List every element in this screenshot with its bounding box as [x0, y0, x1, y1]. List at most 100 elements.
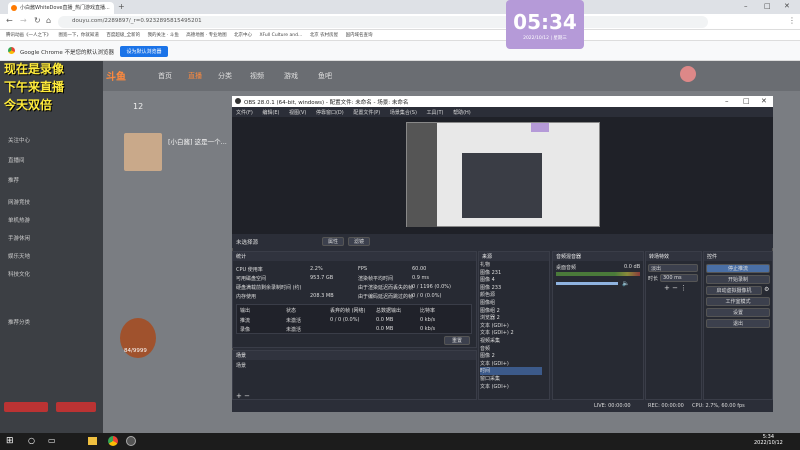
obs-close-icon[interactable]: ✕ [761, 97, 767, 105]
new-tab-icon[interactable]: + [118, 2, 125, 11]
virtual-camera-button[interactable]: 启动虚拟摄像机 [706, 286, 762, 295]
nav-item[interactable]: 游戏 [284, 71, 298, 81]
source-item[interactable]: 文本 (GDI+) 2 [480, 329, 542, 337]
filters-button[interactable]: 滤镜 [348, 237, 370, 246]
bookmark[interactable]: 北京 农村房屋 [310, 32, 338, 38]
bookmark[interactable]: XFull Culture and... [259, 33, 302, 38]
explorer-icon[interactable] [88, 437, 97, 445]
scene-item[interactable]: 场景 [236, 362, 246, 369]
nav-item[interactable]: 分类 [218, 71, 232, 81]
user-avatar[interactable] [680, 66, 696, 82]
source-item[interactable]: 图像 231 [480, 269, 542, 277]
add-scene-icon[interactable]: + − [236, 392, 250, 400]
search-icon[interactable]: ○ [28, 436, 35, 445]
obs-menu-item[interactable]: 工具(T) [427, 110, 444, 116]
obs-menu-item[interactable]: 配置文件(P) [353, 110, 380, 116]
obs-minimize-icon[interactable]: – [725, 97, 729, 105]
streamer-avatar[interactable] [124, 133, 162, 171]
source-item[interactable]: 文本 (GDI+) [480, 383, 542, 391]
output-cell: 0 / 0 (0.0%) [330, 317, 360, 323]
home-icon[interactable]: ⌂ [46, 16, 51, 25]
preview-nested-obs [462, 153, 542, 218]
start-icon[interactable]: ⊞ [6, 436, 14, 446]
bookmark[interactable]: 北京中心 [234, 32, 252, 38]
obs-menu-item[interactable]: 帮助(H) [453, 110, 471, 116]
bookmark[interactable]: 我的关注 · 斗鱼 [148, 32, 179, 38]
add-transition-icon[interactable]: + − ⋮ [664, 284, 687, 292]
gift-badge-count: 84/9999 [124, 348, 147, 354]
reload-icon[interactable]: ↻ [34, 16, 41, 25]
nav-item[interactable]: 视频 [250, 71, 264, 81]
sources-header: 来源 [479, 252, 549, 261]
obs-menu-item[interactable]: 视图(V) [289, 110, 306, 116]
source-item[interactable]: 图像组 [480, 299, 542, 307]
source-item[interactable]: 图像 4 [480, 276, 542, 284]
audio-meter [556, 272, 640, 276]
start-recording-button[interactable]: 开始录制 [706, 275, 770, 284]
speaker-icon[interactable]: 🔈 [622, 280, 629, 287]
chrome-taskbar-icon[interactable] [108, 436, 118, 446]
set-default-button[interactable]: 设为默认浏览器 [120, 46, 168, 57]
properties-button[interactable]: 属性 [322, 237, 344, 246]
nav-item[interactable]: 鱼吧 [318, 71, 332, 81]
source-item[interactable]: 窗口采集 [480, 375, 542, 383]
nav-item[interactable]: 首页 [158, 71, 172, 81]
source-item[interactable]: 文本 (GDI+) [480, 360, 542, 368]
source-item[interactable]: 图像 233 [480, 284, 542, 292]
sidebar-item[interactable]: 网游竞技 [8, 198, 30, 206]
obs-menu-item[interactable]: 文件(F) [236, 110, 253, 116]
close-icon[interactable]: ✕ [784, 2, 790, 10]
bookmark[interactable]: 腾讯动画《一人之下》 [6, 32, 51, 38]
obs-taskbar-icon[interactable] [126, 436, 136, 446]
source-item[interactable]: 音频 [480, 345, 542, 353]
sidebar-item[interactable]: 单机热游 [8, 216, 30, 224]
nav-item[interactable]: 直播 [188, 71, 202, 81]
stop-stream-button[interactable]: 停止推流 [706, 264, 770, 273]
mixer-level: 0.0 dB [624, 264, 641, 270]
sidebar-item[interactable]: 推荐分类 [8, 318, 30, 326]
source-item[interactable]: 图像 2 [480, 352, 542, 360]
menu-icon[interactable]: ⋮ [788, 16, 796, 25]
back-icon[interactable]: ← [6, 16, 13, 25]
source-item[interactable]: 礼物 [480, 261, 542, 269]
scenes-panel: 场景 [232, 350, 477, 400]
virtual-camera-settings-icon[interactable]: ⚙ [764, 286, 769, 293]
duration-input[interactable]: 300 ms [660, 274, 698, 282]
overlay-line: 现在是录像 [4, 62, 65, 76]
sidebar-item[interactable]: 关注中心 [8, 136, 30, 144]
forward-icon[interactable]: → [20, 16, 27, 25]
sidebar-item[interactable]: 推荐 [8, 176, 19, 184]
settings-button[interactable]: 设置 [706, 308, 770, 317]
bookmark[interactable]: 高德地图 · 专业地图 [186, 32, 226, 38]
minimize-icon[interactable]: – [744, 2, 748, 10]
sidebar-item[interactable]: 科技文化 [8, 270, 30, 278]
obs-menu-item[interactable]: 场景集合(S) [390, 110, 417, 116]
bookmark[interactable]: 图宽一下，你就知道 [58, 32, 99, 38]
browser-tab[interactable]: 小白酱WhiteDove直播_热门游戏直播... [8, 2, 114, 14]
obs-menu-item[interactable]: 停靠窗口(D) [316, 110, 344, 116]
address-bar[interactable]: douyu.com/2289897/_r=0.9232895815495201 [58, 16, 708, 28]
sidebar-item[interactable]: 娱乐天地 [8, 252, 30, 260]
studio-mode-button[interactable]: 工作室模式 [706, 297, 770, 306]
source-item[interactable]: 文本 (GDI+) [480, 322, 542, 330]
obs-menu-item[interactable]: 编辑(E) [262, 110, 279, 116]
bookmark[interactable]: 国内域名查询 [346, 32, 373, 38]
sidebar-item[interactable]: 手游休闲 [8, 234, 30, 242]
source-item[interactable]: 时间 [480, 367, 542, 375]
bookmark[interactable]: 百度超级_全新的 [106, 32, 140, 38]
transition-select[interactable]: 淡出 [648, 264, 698, 272]
source-item[interactable]: 浏览器 2 [480, 314, 542, 322]
obs-maximize-icon[interactable]: □ [743, 97, 750, 105]
sidebar-item[interactable]: 直播间 [8, 156, 25, 164]
source-item[interactable]: 图像组 2 [480, 307, 542, 315]
reset-stats-button[interactable]: 重置 [444, 336, 470, 345]
volume-slider[interactable] [556, 282, 618, 285]
sidebar-promo-button[interactable] [4, 402, 48, 412]
task-view-icon[interactable]: ▭ [48, 436, 56, 445]
maximize-icon[interactable]: □ [764, 2, 771, 10]
source-item[interactable]: 颜色源 [480, 291, 542, 299]
exit-button[interactable]: 退出 [706, 319, 770, 328]
sidebar-promo-button[interactable] [56, 402, 96, 412]
site-logo[interactable]: 斗鱼 [106, 68, 126, 83]
source-item[interactable]: 视频采集 [480, 337, 542, 345]
